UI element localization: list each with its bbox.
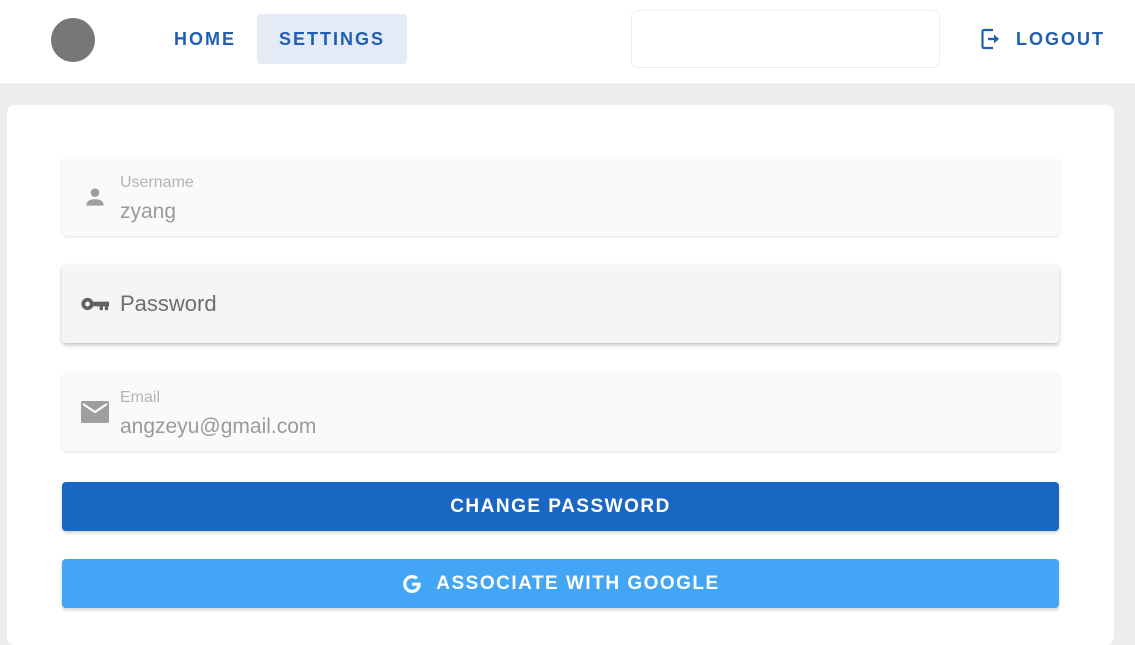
email-label: Email [120,389,161,406]
avatar[interactable] [51,18,95,62]
nav-home-label: HOME [174,28,236,49]
logout-button[interactable]: LOGOUT [970,14,1110,64]
password-input[interactable]: Password [120,291,217,317]
mail-icon [80,399,110,425]
logout-label: LOGOUT [1016,28,1105,49]
nav-settings-button[interactable]: SETTINGS [257,14,407,64]
username-label: Username [120,174,194,191]
change-password-label: CHANGE PASSWORD [450,495,671,517]
nav-home-button[interactable]: HOME [160,14,250,64]
email-field[interactable]: Email angzeyu@gmail.com [62,373,1059,451]
key-icon [80,291,110,317]
logout-icon [980,27,1002,51]
settings-card: Username zyang Password Email angzeyu@gm… [7,105,1114,645]
username-field[interactable]: Username zyang [62,158,1059,236]
search-input[interactable] [631,10,940,68]
person-icon [80,184,110,210]
google-icon [401,573,423,595]
top-app-bar: HOME SETTINGS LOGOUT [0,0,1135,83]
username-value: zyang [120,200,177,223]
nav-settings-label: SETTINGS [278,28,385,49]
associate-google-button[interactable]: ASSOCIATE WITH GOOGLE [62,559,1059,608]
email-value: angzeyu@gmail.com [120,415,317,438]
associate-google-label: ASSOCIATE WITH GOOGLE [436,572,720,594]
change-password-button[interactable]: CHANGE PASSWORD [62,482,1059,531]
password-field[interactable]: Password [62,265,1059,343]
